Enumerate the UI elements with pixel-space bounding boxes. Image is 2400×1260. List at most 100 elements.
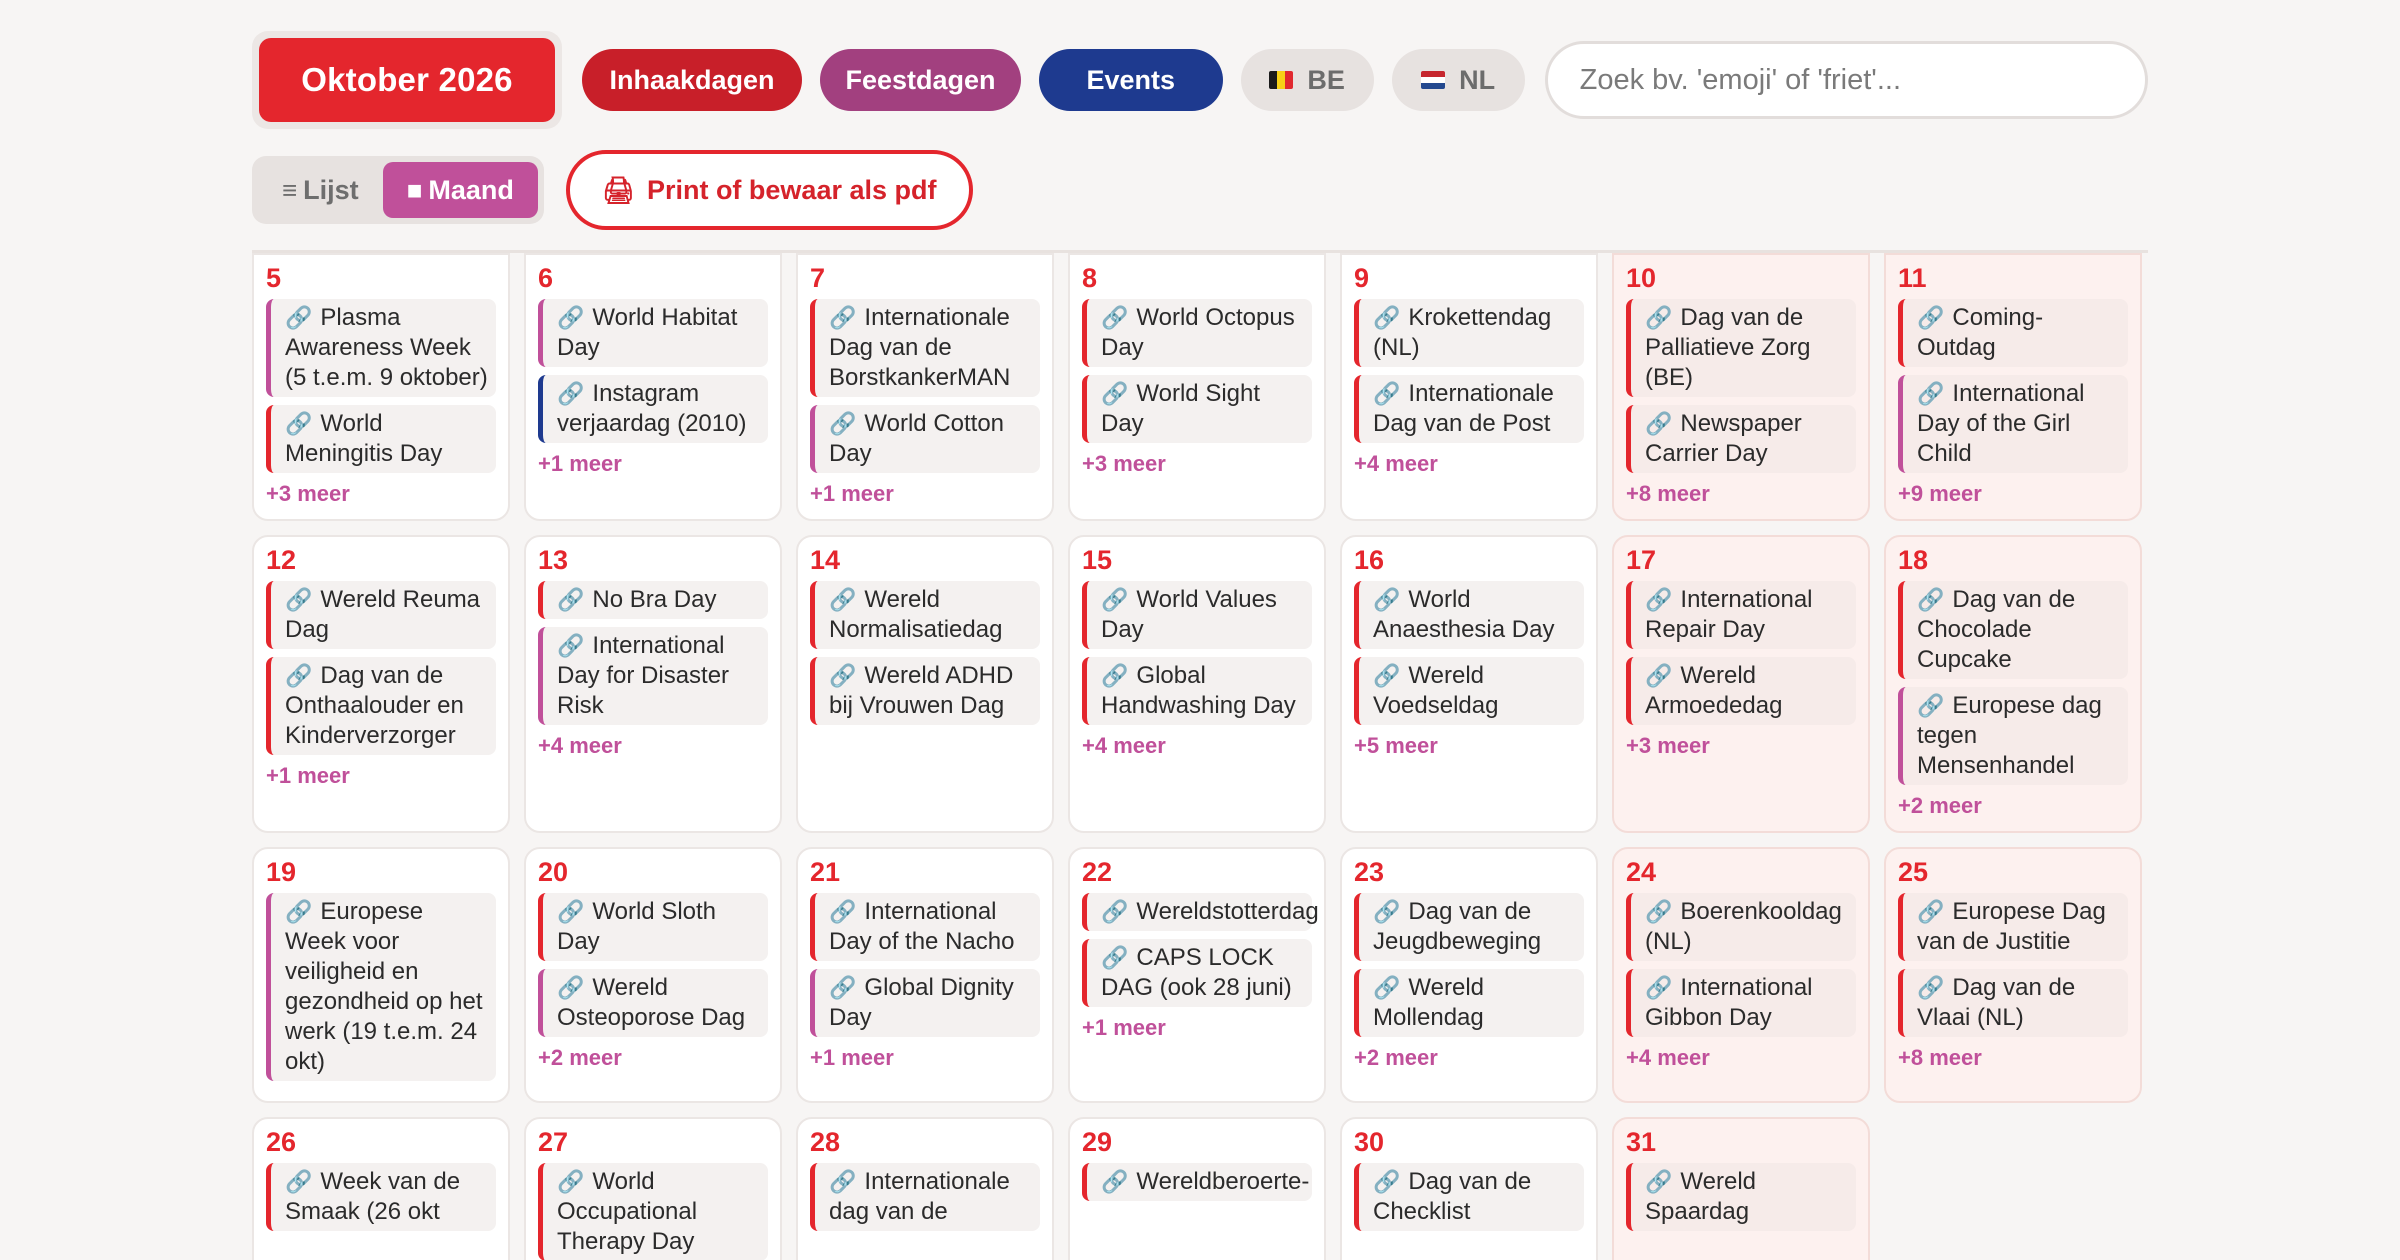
view-toggle: ≡ Lijst ■ Maand (252, 156, 544, 224)
more-events-link[interactable]: +2 meer (1354, 1045, 1584, 1071)
event-item[interactable]: 🔗 Kroketten­dag (NL) (1354, 299, 1584, 367)
event-item[interactable]: 🔗 World Occupational Therapy Day (538, 1163, 768, 1260)
day-number: 23 (1354, 857, 1385, 887)
month-button[interactable]: Oktober 2026 (259, 38, 555, 122)
more-events-link[interactable]: +4 meer (1626, 1045, 1856, 1071)
more-events-link[interactable]: +1 meer (810, 481, 1040, 507)
event-item[interactable]: 🔗 Global Handwashing Day (1082, 657, 1312, 725)
more-events-link[interactable]: +1 meer (266, 763, 496, 789)
event-item[interactable]: 🔗 International Day for Disaster Risk (538, 627, 768, 725)
event-item[interactable]: 🔗 Dag van de Palliatieve Zorg (BE) (1626, 299, 1856, 397)
event-title: Wereld Osteoporose Dag (557, 974, 746, 1031)
print-button[interactable]: 🖨 Print of bewaar als pdf (565, 150, 973, 230)
more-events-link[interactable]: +4 meer (538, 733, 768, 759)
more-events-link[interactable]: +5 meer (1354, 733, 1584, 759)
event-item[interactable]: 🔗 Newspaper Carrier Day (1626, 405, 1856, 473)
calendar-day-cell: 11 🔗 Coming-Outdag 🔗 International Day of th… (1884, 253, 2142, 521)
event-item[interactable]: 🔗 World Habitat Day (538, 299, 768, 367)
event-item[interactable]: 🔗 World Sight Day (1082, 375, 1312, 443)
link-icon: 🔗 (1373, 975, 1401, 1000)
calendar-day-cell: 20 🔗 World Sloth Day 🔗 Wereld Osteoporose Da… (524, 847, 782, 1103)
more-events-link[interactable]: +1 meer (538, 451, 768, 477)
event-item[interactable]: 🔗 Dag van de Checklist (1354, 1163, 1584, 1231)
calendar-icon: ■ (406, 174, 423, 205)
list-icon: ≡ (282, 174, 298, 205)
event-item[interactable]: 🔗 World Values Day (1082, 581, 1312, 649)
more-events-link[interactable]: +4 meer (1354, 451, 1584, 477)
filter-feestdagen-button[interactable]: Feestdagen (820, 49, 1021, 111)
event-item[interactable]: 🔗 Wereldstotterdag (1082, 893, 1319, 931)
event-item[interactable]: 🔗 World Octopus Day (1082, 299, 1312, 367)
country-be-button[interactable]: BE (1240, 49, 1374, 111)
more-events-link[interactable]: +1 meer (1082, 1015, 1312, 1041)
calendar-day-cell: 21 🔗 International Day of the Nacho 🔗 Global… (796, 847, 1054, 1103)
event-item[interactable]: 🔗 Wereld Mollendag (1354, 969, 1584, 1037)
calendar-day-cell: 18 🔗 Dag van de Chocolade Cupcake 🔗 Europese… (1884, 535, 2142, 833)
day-number: 27 (538, 1127, 569, 1157)
event-item[interactable]: 🔗 World Cotton Day (810, 405, 1040, 473)
event-item[interactable]: 🔗 Internationale Dag van de BorstkankerMA… (810, 299, 1040, 397)
more-events-link[interactable]: +9 meer (1898, 481, 2128, 507)
more-events-link[interactable]: +3 meer (266, 481, 496, 507)
event-item[interactable]: 🔗 Wereld Reuma Dag (266, 581, 496, 649)
link-icon: 🔗 (1101, 899, 1129, 924)
event-item[interactable]: 🔗 World Sloth Day (538, 893, 768, 961)
more-events-link[interactable]: +8 meer (1626, 481, 1856, 507)
view-list-tab[interactable]: ≡ Lijst (258, 162, 383, 218)
event-item[interactable]: 🔗 Plasma Awareness Week (5 t.e.m. 9 oktob… (266, 299, 496, 397)
event-item[interactable]: 🔗 Dag van de Jeugdbeweging (1354, 893, 1584, 961)
event-item[interactable]: 🔗 Wereld Armoededag (1626, 657, 1856, 725)
event-item[interactable]: 🔗 Dag van de Chocolade Cupcake (1898, 581, 2128, 679)
event-item[interactable]: 🔗 Week van de Smaak (26 okt (266, 1163, 496, 1231)
view-month-tab[interactable]: ■ Maand (382, 162, 538, 218)
event-item[interactable]: 🔗 International Repair Day (1626, 581, 1856, 649)
more-events-link[interactable]: +2 meer (538, 1045, 768, 1071)
link-icon: 🔗 (1645, 899, 1673, 924)
event-item[interactable]: 🔗 Dag van de Vlaai (NL) (1898, 969, 2128, 1037)
link-icon: 🔗 (1917, 381, 1945, 406)
event-item[interactable]: 🔗 World Anaesthesia Day (1354, 581, 1584, 649)
event-title: Europese dag tegen Mensenhandel (1917, 692, 2102, 779)
link-icon: 🔗 (1645, 305, 1673, 330)
event-item[interactable]: 🔗 Internationale dag van de (810, 1163, 1040, 1231)
link-icon: 🔗 (1645, 1169, 1673, 1194)
more-events-link[interactable]: +1 meer (810, 1045, 1040, 1071)
event-item[interactable]: 🔗 Wereld ADHD bij Vrouwen Dag (810, 657, 1040, 725)
event-item[interactable]: 🔗 International Gibbon Day (1626, 969, 1856, 1037)
more-events-link[interactable]: +3 meer (1082, 451, 1312, 477)
filter-events-button[interactable]: Events (1039, 49, 1223, 111)
event-item[interactable]: 🔗 Internationale Dag van de Post (1354, 375, 1584, 443)
event-item[interactable]: 🔗 Wereld Normalisatiedag (810, 581, 1040, 649)
event-title: World Habitat Day (557, 304, 738, 361)
link-icon: 🔗 (1101, 305, 1129, 330)
event-item[interactable]: 🔗 International Day of the Nacho (810, 893, 1040, 961)
event-title: Boerenkooldag (NL) (1645, 898, 1842, 955)
more-events-link[interactable]: +8 meer (1898, 1045, 2128, 1071)
event-item[interactable]: 🔗 Boerenkooldag (NL) (1626, 893, 1856, 961)
filter-inhaakdagen-button[interactable]: Inhaakdagen (582, 49, 802, 111)
event-item[interactable]: 🔗 Europese Week voor veiligheid en gezond… (266, 893, 496, 1081)
day-number: 29 (1082, 1127, 1113, 1157)
event-item[interactable]: 🔗 Wereldberoerte- (1082, 1163, 1312, 1201)
country-nl-button[interactable]: NL (1391, 49, 1525, 111)
event-item[interactable]: 🔗 World Meningitis Day (266, 405, 496, 473)
event-item[interactable]: 🔗 Europese Dag van de Justitie (1898, 893, 2128, 961)
more-events-link[interactable]: +4 meer (1082, 733, 1312, 759)
event-item[interactable]: 🔗 CAPS LOCK DAG (ook 28 juni) (1082, 939, 1312, 1007)
event-item[interactable]: 🔗 No Bra Day (538, 581, 768, 619)
event-item[interactable]: 🔗 Wereld Osteoporose Dag (538, 969, 768, 1037)
more-events-link[interactable]: +2 meer (1898, 793, 2128, 819)
more-events-link[interactable]: +3 meer (1626, 733, 1856, 759)
event-item[interactable]: 🔗 Instagram verjaardag (2010) (538, 375, 768, 443)
event-item[interactable]: 🔗 Coming-Outdag (1898, 299, 2128, 367)
event-item[interactable]: 🔗 International Day of the Girl Child (1898, 375, 2128, 473)
link-icon: 🔗 (829, 975, 857, 1000)
event-item[interactable]: 🔗 Europese dag tegen Mensenhandel (1898, 687, 2128, 785)
event-title: Internationale Dag van de Post (1373, 380, 1554, 437)
link-icon: 🔗 (1917, 587, 1945, 612)
search-input[interactable]: Zoek bv. 'emoji' of 'friet'... (1544, 41, 2149, 119)
event-item[interactable]: 🔗 Wereld Spaardag (1626, 1163, 1856, 1231)
event-item[interactable]: 🔗 Global Dignity Day (810, 969, 1040, 1037)
event-item[interactable]: 🔗 Wereld Voedseldag (1354, 657, 1584, 725)
event-item[interactable]: 🔗 Dag van de Onthaalouder en Kinderverzor… (266, 657, 496, 755)
